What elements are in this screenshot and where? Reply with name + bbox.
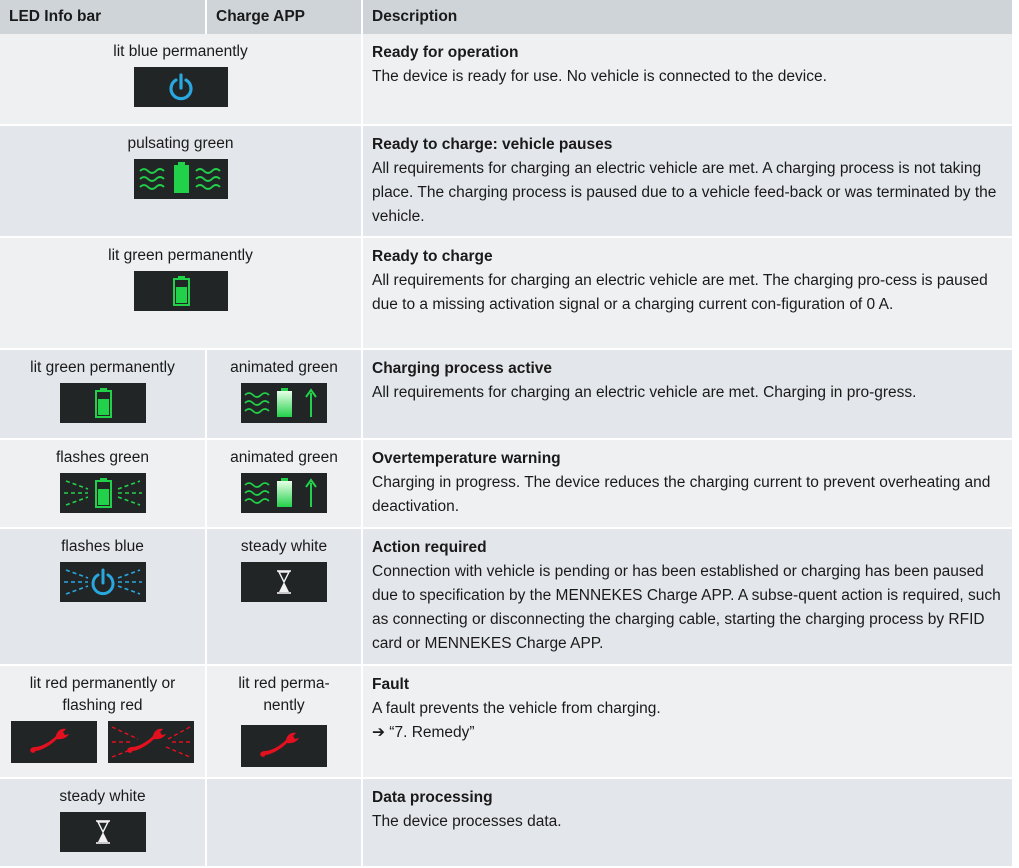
app-cell: animated green bbox=[206, 349, 363, 440]
description-cell: Ready to charge All requirements for cha… bbox=[362, 237, 1012, 350]
led-cell: steady white bbox=[0, 778, 207, 868]
led-state-label: flashes green bbox=[55, 449, 150, 466]
battery-icon bbox=[59, 383, 146, 423]
description-cell: Ready to charge: vehicle pauses All requ… bbox=[362, 125, 1012, 238]
battery-charging-icon bbox=[241, 473, 327, 513]
status-title: Data processing bbox=[372, 789, 493, 806]
status-title: Action required bbox=[372, 539, 487, 556]
description-cell: Fault A fault prevents the vehicle from … bbox=[362, 665, 1012, 779]
status-title: Overtemperature warning bbox=[372, 450, 561, 467]
led-cell: lit green permanently bbox=[0, 349, 207, 440]
battery-icon bbox=[133, 271, 228, 311]
led-state-label: lit green permanently bbox=[108, 247, 253, 264]
led-state-label: flashing red bbox=[62, 697, 143, 714]
status-description: The device processes data. bbox=[372, 813, 562, 830]
app-cell: lit red perma- nently bbox=[206, 665, 363, 779]
led-cell: pulsating green bbox=[0, 125, 363, 238]
table-row: lit blue permanently Ready for operation… bbox=[0, 34, 1012, 126]
power-icon bbox=[133, 67, 228, 107]
power-flashing-icon bbox=[59, 562, 146, 602]
led-cell: lit blue permanently bbox=[0, 34, 363, 126]
status-description: Connection with vehicle is pending or ha… bbox=[372, 563, 1001, 652]
wrench-icon bbox=[11, 721, 98, 763]
app-state-label: nently bbox=[263, 697, 305, 714]
table-row: flashes blue steady white Action require… bbox=[0, 528, 1012, 666]
description-cell: Action required Connection with vehicle … bbox=[362, 528, 1012, 666]
led-state-label: steady white bbox=[59, 788, 146, 805]
remedy-link[interactable]: ➔ “7. Remedy” bbox=[372, 721, 1004, 745]
status-description: A fault prevents the vehicle from chargi… bbox=[372, 700, 661, 717]
led-state-label: lit red permanently or bbox=[29, 675, 176, 692]
app-state-label: animated green bbox=[230, 359, 338, 376]
status-title: Fault bbox=[372, 676, 410, 693]
status-description: Charging in progress. The device reduces… bbox=[372, 474, 991, 515]
status-title: Ready to charge bbox=[372, 248, 493, 265]
battery-charging-icon bbox=[241, 383, 327, 423]
led-cell: flashes green bbox=[0, 439, 207, 529]
status-description: All requirements for charging an electri… bbox=[372, 160, 997, 225]
app-cell bbox=[206, 778, 363, 868]
led-cell: flashes blue bbox=[0, 528, 207, 666]
battery-flashing-icon bbox=[59, 473, 146, 513]
table-row: lit green permanently animated green Cha… bbox=[0, 349, 1012, 440]
led-state-label: lit green permanently bbox=[30, 359, 175, 376]
table-row: flashes green animated green Overtempera… bbox=[0, 439, 1012, 529]
description-cell: Charging process active All requirements… bbox=[362, 349, 1012, 440]
hourglass-icon bbox=[241, 562, 327, 602]
status-title: Ready for operation bbox=[372, 44, 519, 61]
hourglass-icon bbox=[59, 812, 146, 852]
header-charge-app: Charge APP bbox=[206, 0, 363, 34]
led-cell: lit red permanently or flashing red bbox=[0, 665, 207, 779]
led-cell: lit green permanently bbox=[0, 237, 363, 350]
wrench-flashing-icon bbox=[107, 721, 194, 763]
led-state-label: flashes blue bbox=[61, 538, 144, 555]
led-icons bbox=[4, 721, 201, 763]
app-state-label: animated green bbox=[230, 449, 338, 466]
app-cell: animated green bbox=[206, 439, 363, 529]
header-led-info-bar: LED Info bar bbox=[0, 0, 207, 34]
led-state-label: pulsating green bbox=[127, 135, 234, 152]
table-row: steady white Data processing The device … bbox=[0, 778, 1012, 868]
status-description: All requirements for charging an electri… bbox=[372, 272, 988, 313]
header-description: Description bbox=[362, 0, 1012, 34]
status-title: Ready to charge: vehicle pauses bbox=[372, 136, 613, 153]
description-cell: Ready for operation The device is ready … bbox=[362, 34, 1012, 126]
status-description: The device is ready for use. No vehicle … bbox=[372, 68, 827, 85]
table-row: lit red permanently or flashing red lit … bbox=[0, 665, 1012, 779]
led-state-label: lit blue permanently bbox=[113, 43, 248, 60]
led-status-table: LED Info bar Charge APP Description lit … bbox=[0, 0, 1012, 868]
table-header-row: LED Info bar Charge APP Description bbox=[0, 0, 1012, 34]
app-state-label: steady white bbox=[240, 538, 328, 555]
description-cell: Overtemperature warning Charging in prog… bbox=[362, 439, 1012, 529]
table-row: lit green permanently Ready to charge Al… bbox=[0, 237, 1012, 350]
table-row: pulsating green Ready to charge: vehicle… bbox=[0, 125, 1012, 238]
app-state-label: lit red perma- bbox=[238, 675, 330, 692]
wrench-icon bbox=[241, 725, 327, 767]
app-cell: steady white bbox=[206, 528, 363, 666]
description-cell: Data processing The device processes dat… bbox=[362, 778, 1012, 868]
status-description: All requirements for charging an electri… bbox=[372, 384, 917, 401]
battery-pulsating-icon bbox=[133, 159, 228, 199]
status-title: Charging process active bbox=[372, 360, 553, 377]
